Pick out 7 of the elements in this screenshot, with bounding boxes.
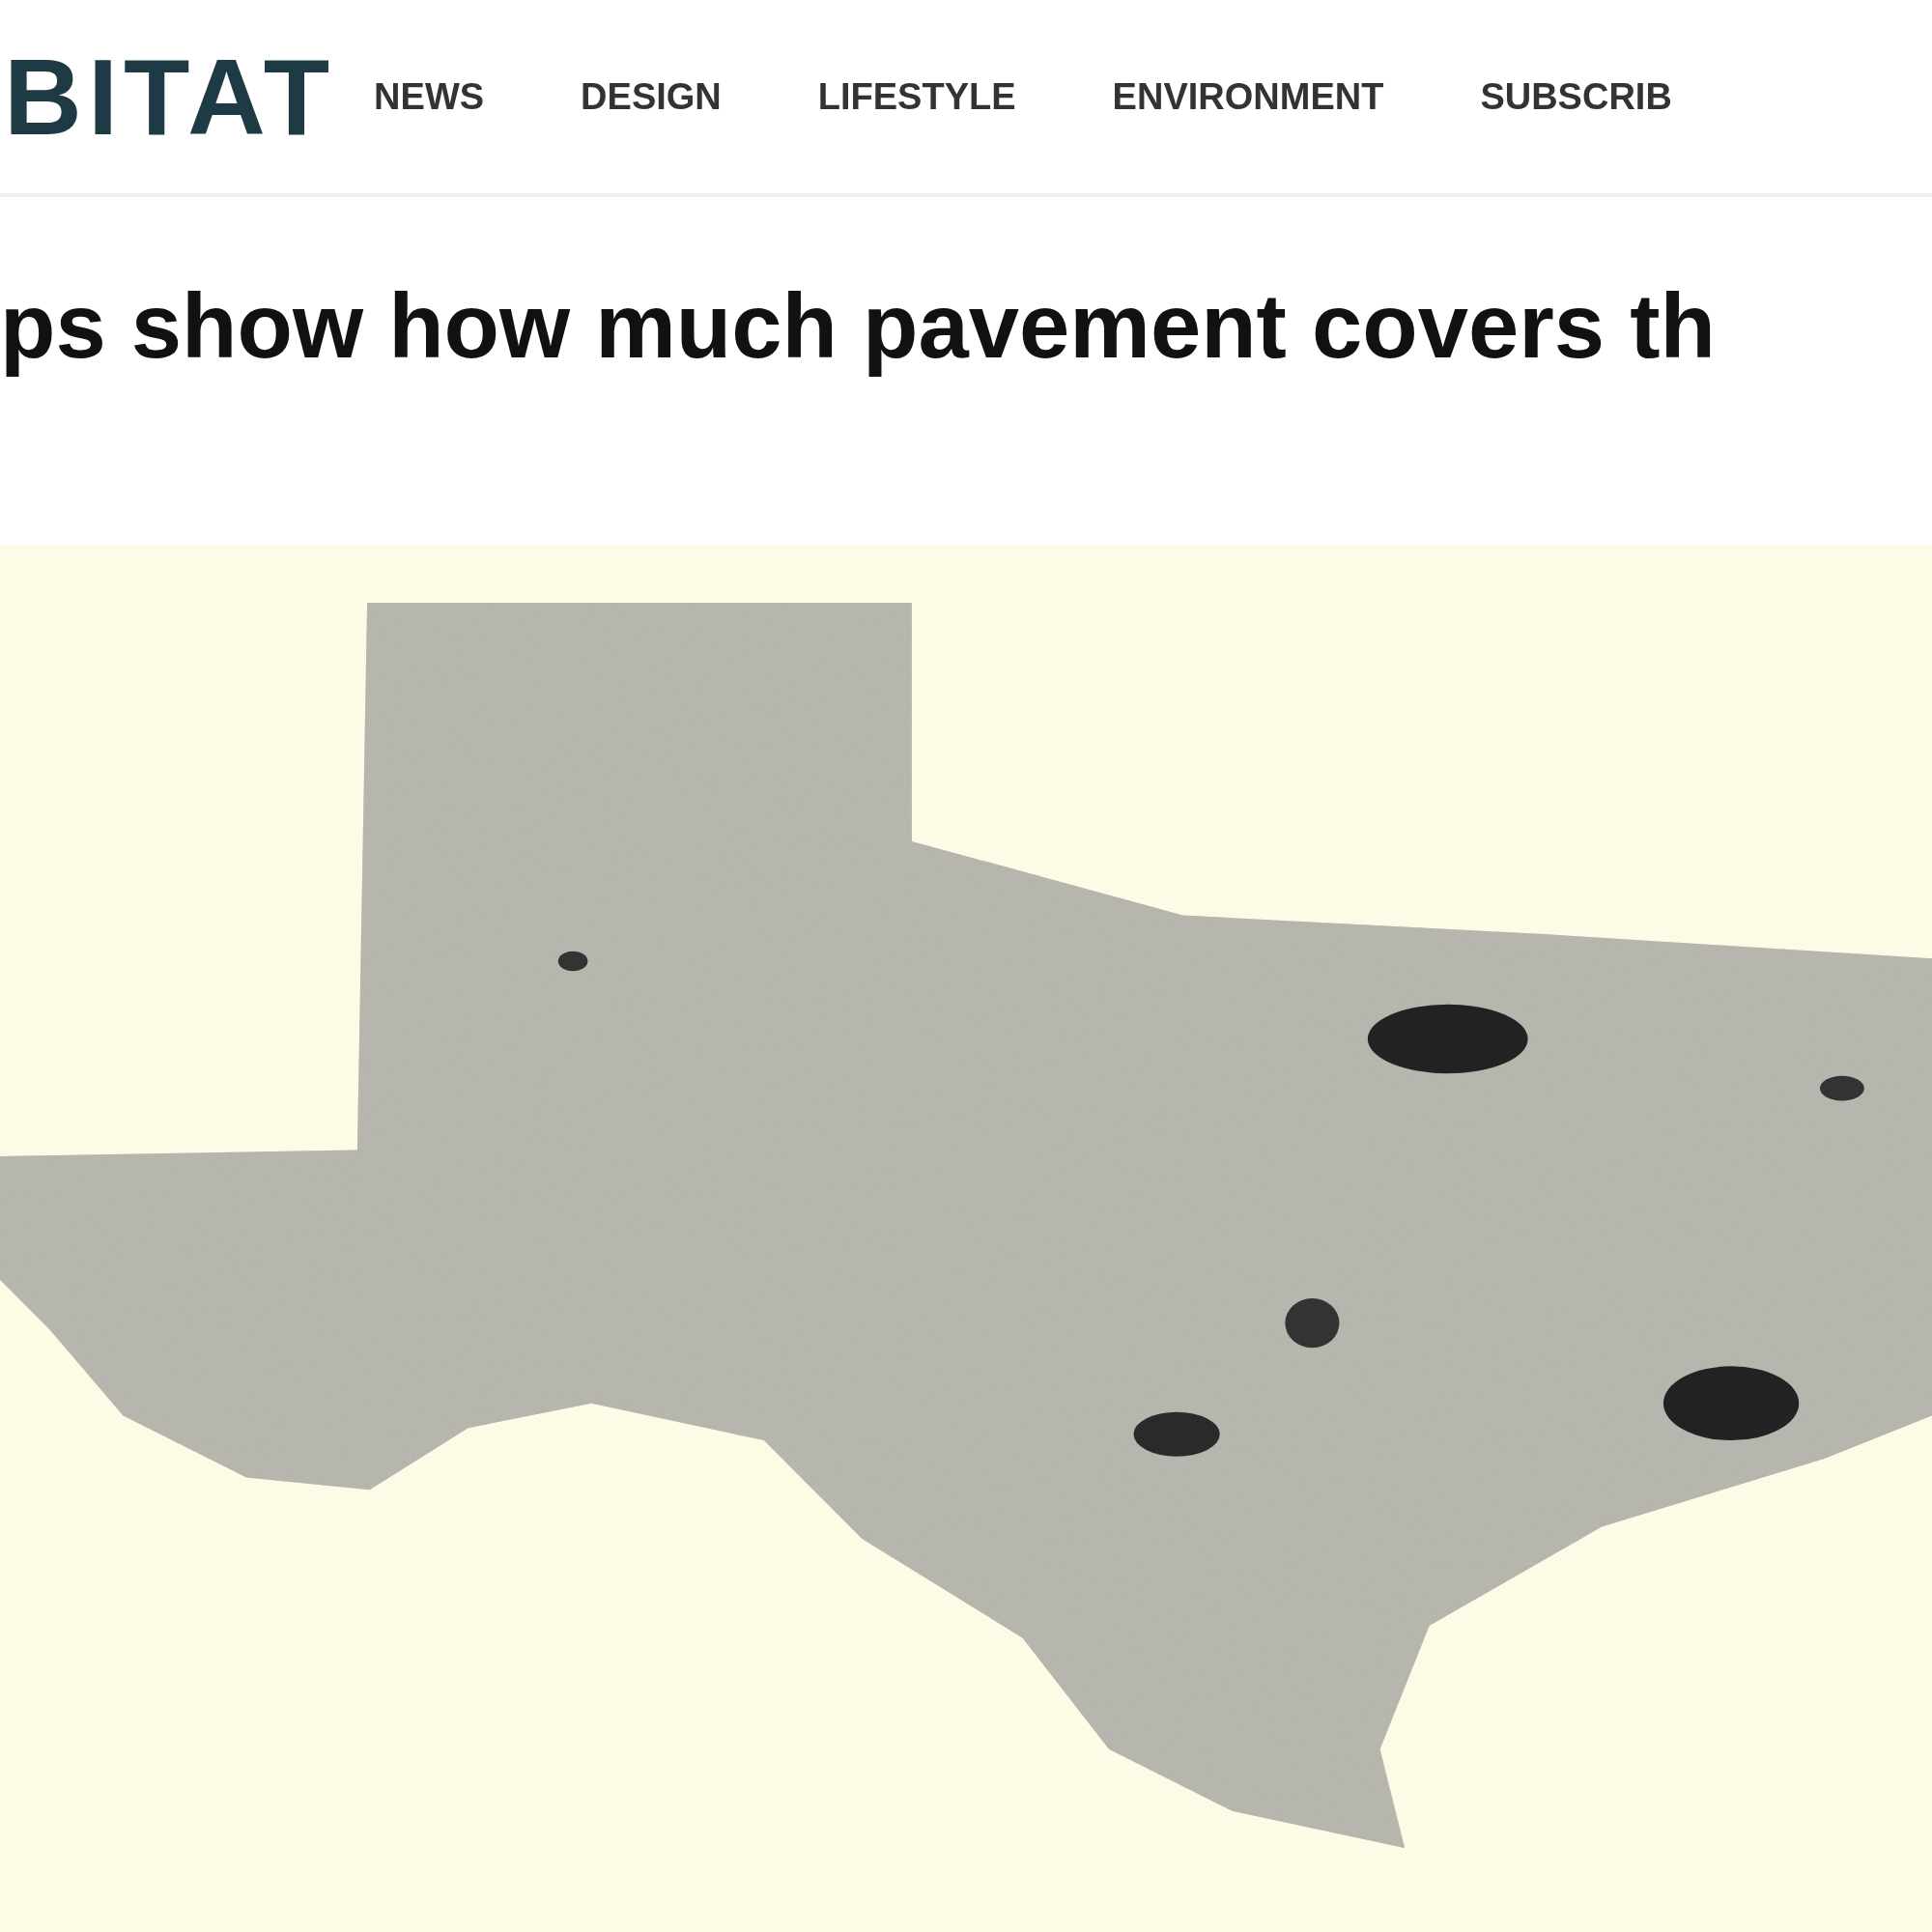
nav-link[interactable]: ENVIRONMENT xyxy=(1112,75,1384,118)
nav-link[interactable]: NEWS xyxy=(374,75,485,118)
article-headline: ps show how much pavement covers th xyxy=(0,274,1717,379)
nav-link[interactable]: DESIGN xyxy=(581,75,722,118)
nav-link[interactable]: LIFESTYLE xyxy=(817,75,1016,118)
nav-link[interactable]: SUBSCRIB xyxy=(1480,75,1672,118)
site-logo[interactable]: BITAT xyxy=(4,34,336,159)
